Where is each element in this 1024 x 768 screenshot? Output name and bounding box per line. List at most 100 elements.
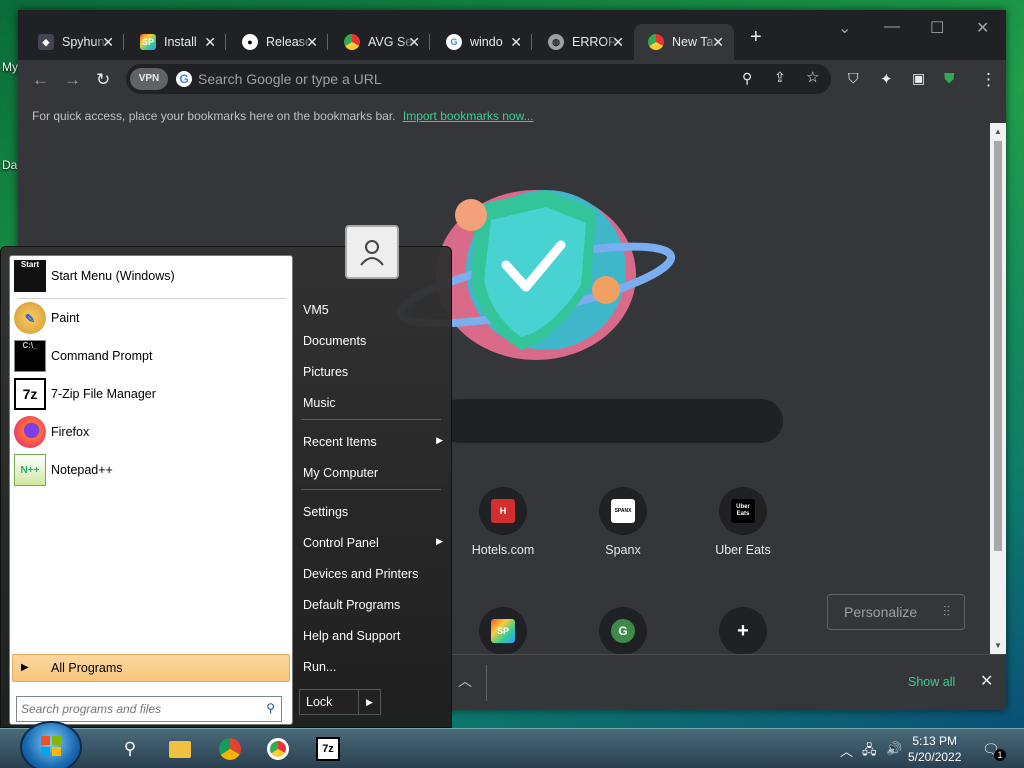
personalize-button[interactable]: Personalize ⫶⫶: [827, 594, 965, 630]
desktop-icon-label[interactable]: Da: [2, 158, 17, 172]
start-link-devices-printers[interactable]: Devices and Printers: [303, 561, 443, 587]
shortcut-sp[interactable]: SP: [453, 607, 553, 654]
avg-browser-icon[interactable]: [266, 737, 290, 761]
side-panel-icon[interactable]: ▣: [912, 70, 925, 87]
tab-search-icon[interactable]: ⌄: [838, 18, 851, 38]
program-label: Notepad++: [51, 463, 113, 477]
start-link-my-computer[interactable]: My Computer: [303, 460, 443, 486]
close-tab-icon[interactable]: ✕: [102, 34, 114, 51]
maximize-icon[interactable]: ☐: [930, 18, 944, 38]
7zip-icon[interactable]: 7z: [316, 737, 340, 761]
uber-eats-icon: Uber Eats: [731, 499, 755, 523]
tab-windows[interactable]: G windo ✕: [432, 24, 532, 60]
shortcut-spanx[interactable]: SPANX Spanx: [573, 487, 673, 557]
new-tab-icon[interactable]: +: [750, 26, 762, 49]
scrollbar-thumb[interactable]: [994, 141, 1002, 551]
forward-icon[interactable]: →: [64, 70, 81, 90]
tab-release[interactable]: ● Release ✕: [228, 24, 328, 60]
spanx-icon: SPANX: [611, 499, 635, 523]
pinned-7zip[interactable]: 7z 7-Zip File Manager: [14, 376, 290, 412]
start-orb-windows-icon[interactable]: [20, 721, 82, 768]
add-shortcut[interactable]: +: [693, 607, 793, 654]
power-options-arrow-icon[interactable]: ▶: [358, 690, 380, 714]
close-tab-icon[interactable]: ✕: [204, 34, 216, 51]
user-avatar[interactable]: [345, 225, 399, 279]
start-link-run[interactable]: Run...: [303, 654, 443, 680]
ntp-search-box[interactable]: [438, 399, 783, 443]
tab-error[interactable]: ◍ ERROR ✕: [534, 24, 634, 60]
scroll-up-icon[interactable]: ▲: [994, 127, 1002, 136]
share-icon[interactable]: ⇪: [774, 69, 786, 86]
pinned-command-prompt[interactable]: C:\_ Command Prompt: [14, 338, 290, 374]
tab-install[interactable]: SP Install ✕: [126, 24, 226, 60]
adblock-extension-icon[interactable]: ⛉: [848, 70, 859, 87]
close-tab-icon[interactable]: ✕: [712, 34, 724, 51]
shortcut-g[interactable]: G: [573, 607, 673, 654]
program-label: Start Menu (Windows): [51, 269, 175, 283]
avg-shield-icon[interactable]: ⛊: [944, 70, 955, 87]
close-tab-icon[interactable]: ✕: [306, 34, 318, 51]
clock-date: 5/20/2022: [908, 750, 962, 764]
show-all-downloads-button[interactable]: Show all: [908, 675, 955, 689]
start-link-pictures[interactable]: Pictures: [303, 359, 443, 385]
tab-new-tab[interactable]: New Ta ✕: [634, 24, 734, 60]
extensions-puzzle-icon[interactable]: ✦: [880, 70, 893, 88]
tab-title: Release: [266, 35, 312, 49]
close-tab-icon[interactable]: ✕: [510, 34, 522, 51]
lock-button[interactable]: Lock ▶: [299, 689, 381, 715]
pinned-paint[interactable]: ✎ Paint: [14, 300, 290, 336]
close-tab-icon[interactable]: ✕: [408, 34, 420, 51]
start-link-help-support[interactable]: Help and Support: [303, 623, 443, 649]
show-hidden-icons-chevron-icon[interactable]: ︿: [840, 741, 853, 760]
start-search-input[interactable]: [21, 698, 251, 720]
pinned-notepadpp[interactable]: N++ Notepad++: [14, 452, 290, 488]
start-link-vm5[interactable]: VM5: [303, 297, 443, 323]
vpn-badge[interactable]: VPN: [130, 68, 168, 90]
location-icon[interactable]: ⚲: [742, 70, 752, 87]
tab-title: Install: [164, 35, 197, 49]
shortcut-hotels[interactable]: H Hotels.com: [453, 487, 553, 557]
close-download-bar-icon[interactable]: ✕: [980, 671, 993, 691]
start-link-settings[interactable]: Settings: [303, 499, 443, 525]
tab-title: Spyhunter: [62, 35, 108, 49]
chrome-icon[interactable]: [218, 737, 242, 761]
network-icon[interactable]: 🖧: [862, 741, 877, 763]
start-link-default-programs[interactable]: Default Programs: [303, 592, 443, 618]
address-bar-input[interactable]: [198, 68, 738, 90]
desktop-icon-label[interactable]: My: [2, 60, 18, 74]
tab-avg-secure[interactable]: AVG Se ✕: [330, 24, 430, 60]
google-icon: G: [446, 34, 462, 50]
start-search-box[interactable]: ⚲: [16, 696, 282, 722]
search-icon[interactable]: ⚲: [118, 737, 142, 761]
bookmark-star-icon[interactable]: ☆: [806, 68, 819, 86]
tab-spyhunter[interactable]: ◆ Spyhunter ✕: [24, 24, 124, 60]
start-menu-icon: Start: [14, 260, 46, 292]
chevron-up-icon[interactable]: ︿: [458, 671, 472, 691]
menu-kebab-icon[interactable]: ⋮: [980, 70, 997, 90]
scroll-down-icon[interactable]: ▼: [994, 641, 1002, 650]
minimize-icon[interactable]: —: [884, 18, 900, 36]
pinned-firefox[interactable]: Firefox: [14, 414, 290, 450]
volume-icon[interactable]: 🔊: [886, 741, 902, 757]
omnibox[interactable]: VPN G ⚲ ⇪ ☆: [126, 64, 831, 94]
shortcut-uber-eats[interactable]: Uber Eats Uber Eats: [693, 487, 793, 557]
all-programs-button[interactable]: ▶ All Programs: [12, 654, 290, 682]
start-link-recent-items[interactable]: Recent Items ▶: [303, 429, 443, 455]
personalize-label: Personalize: [844, 604, 918, 620]
firefox-icon: [14, 416, 46, 448]
close-tab-icon[interactable]: ✕: [612, 34, 624, 51]
clock[interactable]: 5:13 PM 5/20/2022: [908, 733, 961, 765]
pinned-start-menu-windows[interactable]: Start Start Menu (Windows): [14, 258, 290, 294]
import-bookmarks-link[interactable]: Import bookmarks now...: [403, 109, 534, 123]
submenu-arrow-icon: ▶: [436, 435, 443, 445]
close-window-icon[interactable]: ✕: [976, 18, 989, 38]
back-icon[interactable]: ←: [32, 70, 49, 90]
reload-icon[interactable]: ↻: [96, 70, 110, 90]
tab-title: New Ta: [672, 35, 714, 49]
start-link-control-panel[interactable]: Control Panel ▶: [303, 530, 443, 556]
search-icon[interactable]: ⚲: [266, 701, 275, 715]
start-link-music[interactable]: Music: [303, 390, 443, 416]
file-explorer-icon[interactable]: [168, 737, 192, 761]
start-link-documents[interactable]: Documents: [303, 328, 443, 354]
page-scrollbar[interactable]: ▲ ▼: [990, 123, 1006, 654]
